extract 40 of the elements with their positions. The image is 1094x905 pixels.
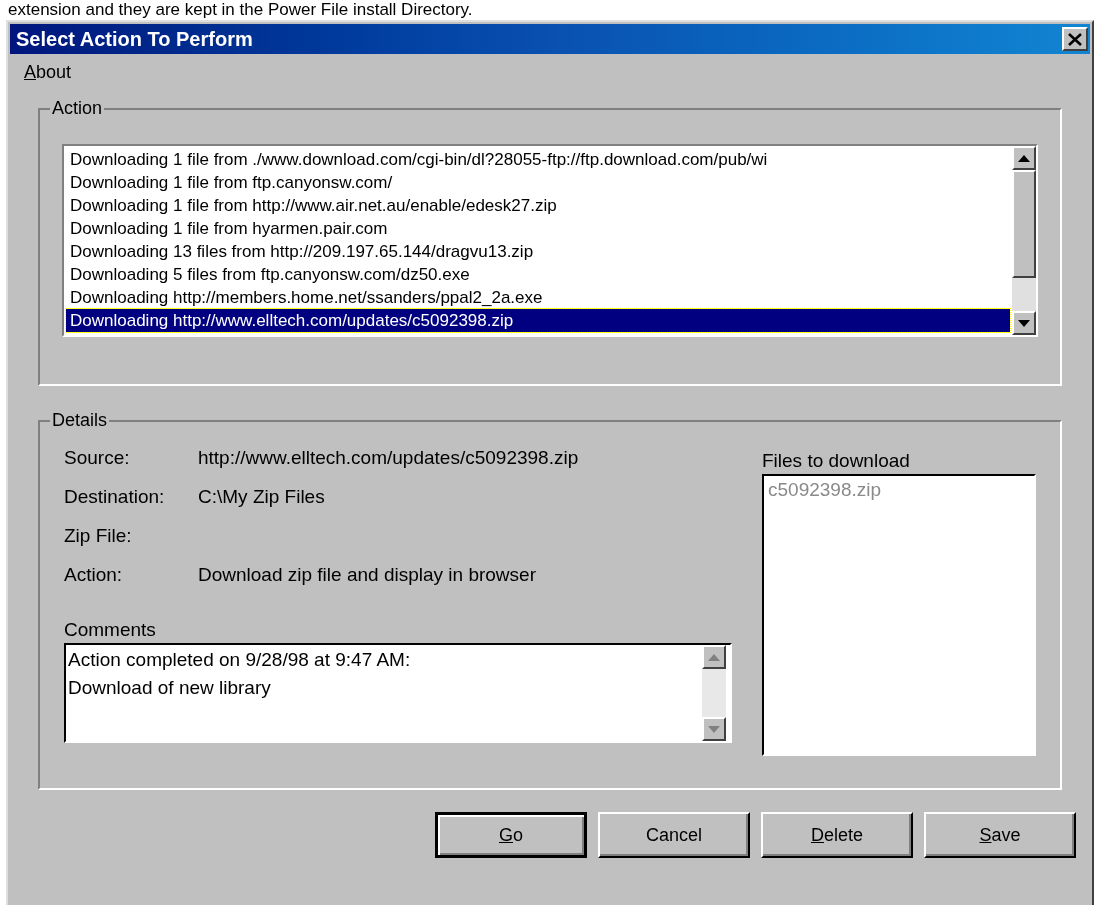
scroll-down-button[interactable] xyxy=(1012,311,1036,335)
scrollbar[interactable] xyxy=(702,645,726,741)
close-icon xyxy=(1068,32,1082,46)
dialog-button[interactable]: Save xyxy=(924,812,1076,858)
field-value: Download zip file and display in browser xyxy=(198,562,536,587)
scroll-up-button[interactable] xyxy=(702,645,726,669)
field-label: Source: xyxy=(64,445,131,470)
dialog-button[interactable]: Go xyxy=(435,812,587,858)
scrollbar[interactable] xyxy=(1012,146,1036,335)
down-arrow-icon xyxy=(708,725,720,733)
comment-line: Action completed on 9/28/98 at 9:47 AM: xyxy=(68,648,412,672)
window-title: Select Action To Perform xyxy=(16,27,253,52)
field-label: Zip File: xyxy=(64,523,133,548)
list-item[interactable]: Downloading 13 files from http://209.197.65.144/dragvu13.zip xyxy=(66,240,1010,263)
list-item[interactable]: Downloading http://members.home.net/ssanders/ppal2_2a.exe xyxy=(66,286,1010,309)
down-arrow-icon xyxy=(1018,319,1030,327)
list-item[interactable]: Downloading 1 file from ftp.canyonsw.com/ xyxy=(66,171,1010,194)
up-arrow-icon xyxy=(1018,154,1030,162)
up-arrow-icon xyxy=(708,653,720,661)
field-value: C:\My Zip Files xyxy=(198,484,325,509)
dialog-button[interactable]: Delete xyxy=(761,812,913,858)
list-item[interactable]: Downloading 1 file from http://www.air.net.au/enable/edesk27.zip xyxy=(66,194,1010,217)
comments-box[interactable]: Action completed on 9/28/98 at 9:47 AM: Download of new library xyxy=(64,643,732,743)
files-label: Files to download xyxy=(762,449,911,473)
field-label: Destination: xyxy=(64,484,166,509)
scroll-thumb[interactable] xyxy=(1012,170,1036,278)
field-value: http://www.elltech.com/updates/c5092398.zip xyxy=(198,445,579,470)
dialog-button[interactable]: Cancel xyxy=(598,812,750,858)
comment-line: Download of new library xyxy=(68,676,272,700)
scroll-up-button[interactable] xyxy=(1012,146,1036,170)
caption-text: extension and they are kept in the Power File install Directory. xyxy=(7,0,474,20)
list-item[interactable]: Downloading 5 files from ftp.canyonsw.com/dz50.exe xyxy=(66,263,1010,286)
list-item[interactable]: Downloading 1 file from ./www.download.com/cgi-bin/dl?28055-ftp://ftp.download.com/pub/wi xyxy=(66,148,1010,171)
scroll-down-button[interactable] xyxy=(702,717,726,741)
list-item[interactable]: Downloading 1 file from hyarmen.pair.com xyxy=(66,217,1010,240)
comments-label: Comments xyxy=(64,619,157,641)
close-button[interactable] xyxy=(1062,27,1088,51)
menu-item[interactable]: About xyxy=(16,58,80,86)
list-item[interactable]: Downloading http://www.elltech.com/updates/c5092398.zip xyxy=(66,309,1010,332)
field-label: Action: xyxy=(64,562,124,587)
